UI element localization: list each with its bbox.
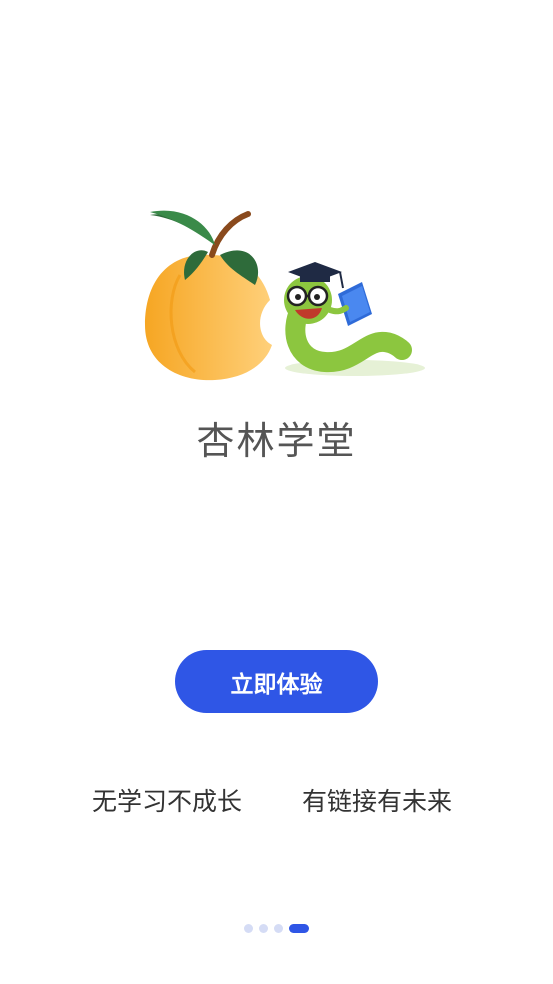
page-dot-1[interactable] xyxy=(244,924,253,933)
slogan-right: 有链接有未来 xyxy=(302,787,453,816)
apricot-bookworm-logo-icon xyxy=(145,210,425,381)
onboarding-screen: 杏林学堂 立即体验 无学习不成长 有链接有未来 xyxy=(0,0,553,984)
slogan-left: 无学习不成长 xyxy=(92,787,243,816)
page-indicator xyxy=(0,924,553,933)
brand-name: 杏林学堂 xyxy=(196,419,357,463)
page-dot-2[interactable] xyxy=(259,924,268,933)
page-dot-4-active[interactable] xyxy=(289,924,309,933)
try-now-button[interactable]: 立即体验 xyxy=(175,650,378,713)
page-dot-3[interactable] xyxy=(274,924,283,933)
